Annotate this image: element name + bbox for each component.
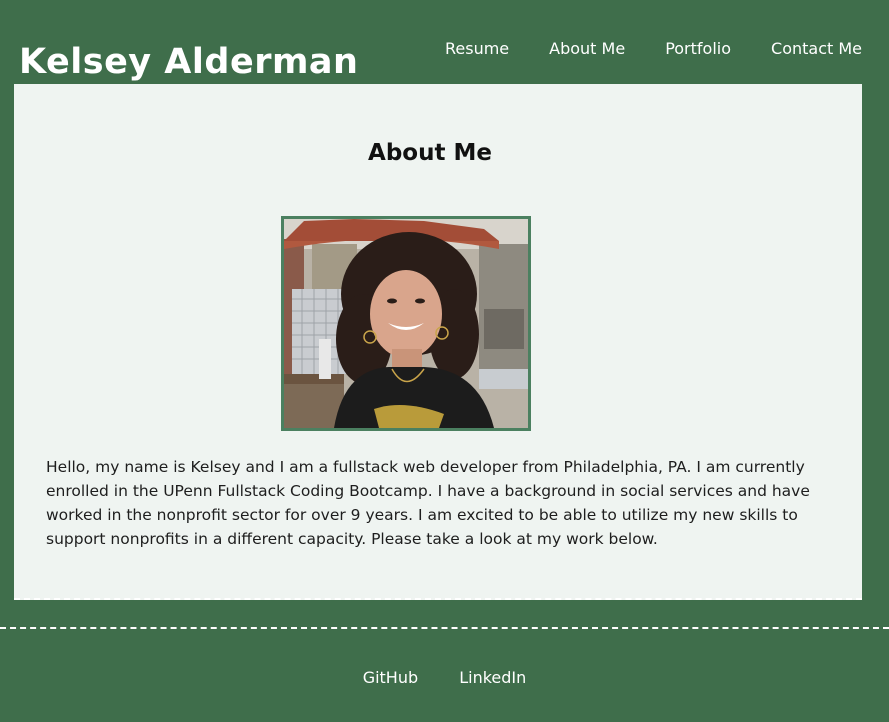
about-section: About Me Hello, my name is Kelsey and I … <box>14 84 862 600</box>
nav-link-about-me[interactable]: About Me <box>549 39 625 59</box>
footer: GitHub LinkedIn <box>0 668 889 687</box>
footer-divider <box>0 627 889 629</box>
bio-text: Hello, my name is Kelsey and I am a full… <box>46 458 810 548</box>
nav-link-contact-me[interactable]: Contact Me <box>771 39 862 59</box>
profile-photo <box>281 216 531 431</box>
main-nav: Resume About Me Portfolio Contact Me <box>405 39 862 59</box>
page-margin <box>862 84 889 602</box>
nav-link-resume[interactable]: Resume <box>445 39 509 59</box>
footer-link-github[interactable]: GitHub <box>363 668 418 687</box>
site-title: Kelsey Alderman <box>19 42 359 82</box>
nav-link-portfolio[interactable]: Portfolio <box>665 39 731 59</box>
section-heading: About Me <box>368 140 492 166</box>
footer-link-linkedin[interactable]: LinkedIn <box>459 668 526 687</box>
profile-photo-illustration <box>284 219 528 428</box>
